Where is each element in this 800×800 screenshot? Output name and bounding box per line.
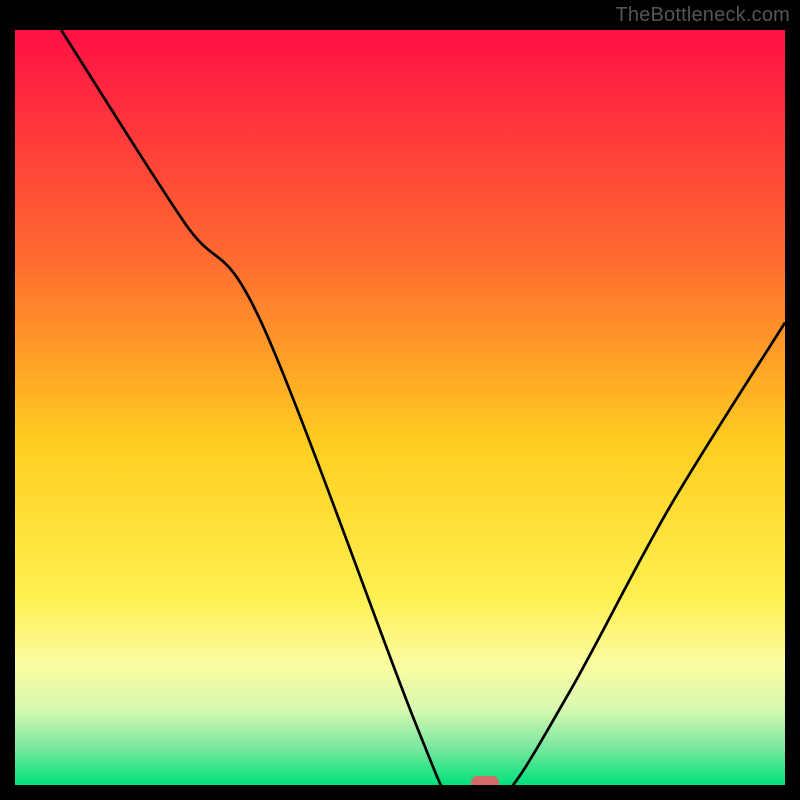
curve-path	[61, 30, 785, 785]
bottleneck-curve	[15, 30, 785, 785]
plot-area	[15, 30, 785, 785]
chart-frame: TheBottleneck.com	[0, 0, 800, 800]
watermark-text: TheBottleneck.com	[615, 4, 790, 27]
bottleneck-marker	[471, 776, 499, 785]
